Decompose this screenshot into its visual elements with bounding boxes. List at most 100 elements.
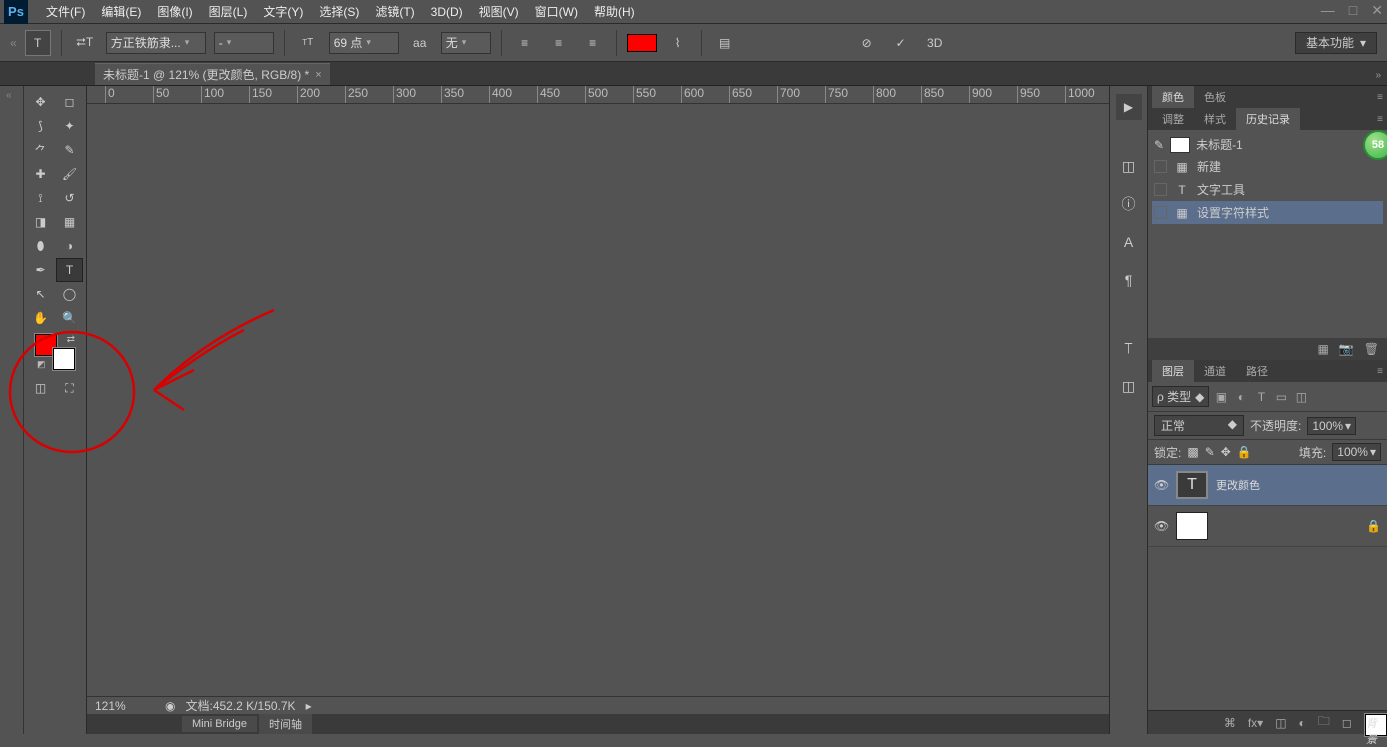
tab-styles[interactable]: 样式 — [1194, 108, 1236, 130]
menu-edit[interactable]: 编辑(E) — [93, 0, 149, 24]
font-style-dropdown[interactable]: -▾ — [214, 32, 274, 54]
snapshot-icon[interactable]: 📷 — [1339, 342, 1354, 356]
filter-type-icon[interactable]: T — [1253, 389, 1269, 405]
visibility-icon[interactable]: 👁 — [1154, 519, 1168, 533]
play-icon[interactable]: ▶ — [1116, 94, 1142, 120]
type-tool[interactable]: T — [56, 258, 83, 282]
layer-row[interactable]: 👁 背景 🔒 — [1148, 506, 1387, 547]
default-colors-icon[interactable]: ◩ — [37, 359, 46, 370]
tab-color[interactable]: 颜色 — [1152, 86, 1194, 108]
expand-panels-icon[interactable]: » — [1375, 70, 1381, 85]
group-icon[interactable]: 🗀 — [1318, 712, 1330, 733]
menu-filter[interactable]: 滤镜(T) — [367, 0, 422, 24]
status-arrow-icon[interactable]: ▸ — [306, 699, 312, 713]
history-snapshot-thumb[interactable] — [1170, 137, 1190, 153]
eraser-tool[interactable]: ◨ — [27, 210, 54, 234]
filter-adjust-icon[interactable]: ◐ — [1233, 389, 1249, 405]
menu-file[interactable]: 文件(F) — [38, 0, 93, 24]
color-swatches[interactable]: ⇄ ◩ — [35, 334, 75, 370]
layer-mask-icon[interactable]: ◫ — [1275, 716, 1286, 730]
tab-channels[interactable]: 通道 — [1194, 360, 1236, 382]
character-icon[interactable]: A — [1117, 230, 1141, 254]
lasso-tool[interactable]: ⟆ — [27, 114, 54, 138]
lock-all-icon[interactable]: 🔒 — [1237, 445, 1252, 459]
minimize-icon[interactable]: — — [1321, 2, 1335, 19]
new-doc-from-state-icon[interactable]: ▦ — [1317, 342, 1328, 356]
info-icon[interactable]: ⓘ — [1117, 192, 1141, 216]
menu-layer[interactable]: 图层(L) — [201, 0, 256, 24]
align-left-icon[interactable]: ≡ — [512, 30, 538, 56]
filter-shape-icon[interactable]: ▭ — [1273, 389, 1289, 405]
brush-preset-icon[interactable]: ⟙ — [1117, 336, 1141, 360]
move-tool[interactable]: ✥ — [27, 90, 54, 114]
eyedropper-tool[interactable]: ✎ — [56, 138, 83, 162]
blur-tool[interactable]: ⬮ — [27, 234, 54, 258]
background-color[interactable] — [53, 348, 75, 370]
workspace-switcher[interactable]: 基本功能▾ — [1295, 32, 1377, 54]
magic-wand-tool[interactable]: ✦ — [56, 114, 83, 138]
menu-select[interactable]: 选择(S) — [311, 0, 367, 24]
layer-filter-kind[interactable]: ρ 类型◆ — [1152, 386, 1209, 407]
zoom-tool[interactable]: 🔍 — [56, 306, 83, 330]
healing-brush-tool[interactable]: ✚ — [27, 162, 54, 186]
history-snapshot-name[interactable]: 未标题-1 — [1196, 136, 1243, 153]
zoom-level[interactable]: 121% — [95, 699, 155, 713]
filter-pixel-icon[interactable]: ▣ — [1213, 389, 1229, 405]
gradient-tool[interactable]: ▦ — [56, 210, 83, 234]
crop-tool[interactable]: ⺈ — [27, 138, 54, 162]
paragraph-icon[interactable]: ¶ — [1117, 268, 1141, 292]
layer-name[interactable]: 背景 — [1365, 714, 1387, 736]
swap-colors-icon[interactable]: ⇄ — [67, 334, 75, 345]
layer-thumbnail[interactable] — [1176, 512, 1208, 540]
history-item[interactable]: ▦新建 — [1152, 155, 1383, 178]
antialias-dropdown[interactable]: 无▾ — [441, 32, 491, 54]
opacity-input[interactable]: 100%▾ — [1307, 417, 1356, 435]
document-tab[interactable]: 未标题-1 @ 121% (更改颜色, RGB/8) * × — [95, 63, 330, 85]
menu-image[interactable]: 图像(I) — [149, 0, 200, 24]
new-layer-icon[interactable]: ◻ — [1342, 716, 1352, 730]
histogram-icon[interactable]: ◫ — [1117, 154, 1141, 178]
blend-mode-dropdown[interactable]: 正常◆ — [1154, 415, 1244, 436]
swatches-icon[interactable]: ◫ — [1117, 374, 1141, 398]
tab-paths[interactable]: 路径 — [1236, 360, 1278, 382]
visibility-icon[interactable]: 👁 — [1154, 478, 1168, 492]
menu-window[interactable]: 窗口(W) — [527, 0, 586, 24]
pen-tool[interactable]: ✒ — [27, 258, 54, 282]
lock-transparency-icon[interactable]: ▩ — [1187, 445, 1198, 459]
font-family-dropdown[interactable]: 方正铁筋隶...▾ — [106, 32, 206, 54]
orientation-toggle-icon[interactable]: ⮂T — [72, 30, 98, 56]
cancel-icon[interactable]: ⊘ — [854, 30, 880, 56]
tab-layers[interactable]: 图层 — [1152, 360, 1194, 382]
history-brush-source-icon[interactable]: ✎ — [1154, 138, 1164, 152]
panel-menu-icon[interactable]: ≡ — [1377, 366, 1383, 377]
quickmask-tool[interactable]: ◫ — [27, 376, 54, 400]
close-icon[interactable]: ✕ — [1371, 2, 1383, 19]
tab-history[interactable]: 历史记录 — [1236, 108, 1300, 130]
brush-tool[interactable]: 🖌 — [56, 162, 83, 186]
layer-name[interactable]: 更改颜色 — [1216, 477, 1260, 493]
delete-state-icon[interactable]: 🗑 — [1364, 342, 1379, 356]
menu-3d[interactable]: 3D(D) — [423, 0, 471, 24]
warp-text-icon[interactable]: ⌇ — [665, 30, 691, 56]
menu-view[interactable]: 视图(V) — [471, 0, 527, 24]
history-item[interactable]: T文字工具 — [1152, 178, 1383, 201]
lock-position-icon[interactable]: ✥ — [1221, 445, 1231, 459]
tab-minibridge[interactable]: Mini Bridge — [182, 716, 257, 732]
text-color-swatch[interactable] — [627, 34, 657, 52]
tab-swatches[interactable]: 色板 — [1194, 86, 1236, 108]
fill-input[interactable]: 100%▾ — [1332, 443, 1381, 461]
marquee-tool[interactable]: ◻ — [56, 90, 83, 114]
layer-thumbnail[interactable]: T — [1176, 471, 1208, 499]
menu-help[interactable]: 帮助(H) — [586, 0, 643, 24]
align-right-icon[interactable]: ≡ — [580, 30, 606, 56]
hand-tool[interactable]: ✋ — [27, 306, 54, 330]
font-size-dropdown[interactable]: 69 点▾ — [329, 32, 399, 54]
layer-style-icon[interactable]: fx▾ — [1248, 716, 1263, 730]
adjustment-layer-icon[interactable]: ◐ — [1299, 716, 1306, 730]
maximize-icon[interactable]: □ — [1349, 2, 1357, 19]
menu-type[interactable]: 文字(Y) — [255, 0, 311, 24]
link-layers-icon[interactable]: ⌘ — [1224, 716, 1236, 730]
tool-indicator-type-icon[interactable]: T — [25, 30, 51, 56]
shape-tool[interactable]: ◯ — [56, 282, 83, 306]
3d-button[interactable]: 3D — [922, 30, 948, 56]
